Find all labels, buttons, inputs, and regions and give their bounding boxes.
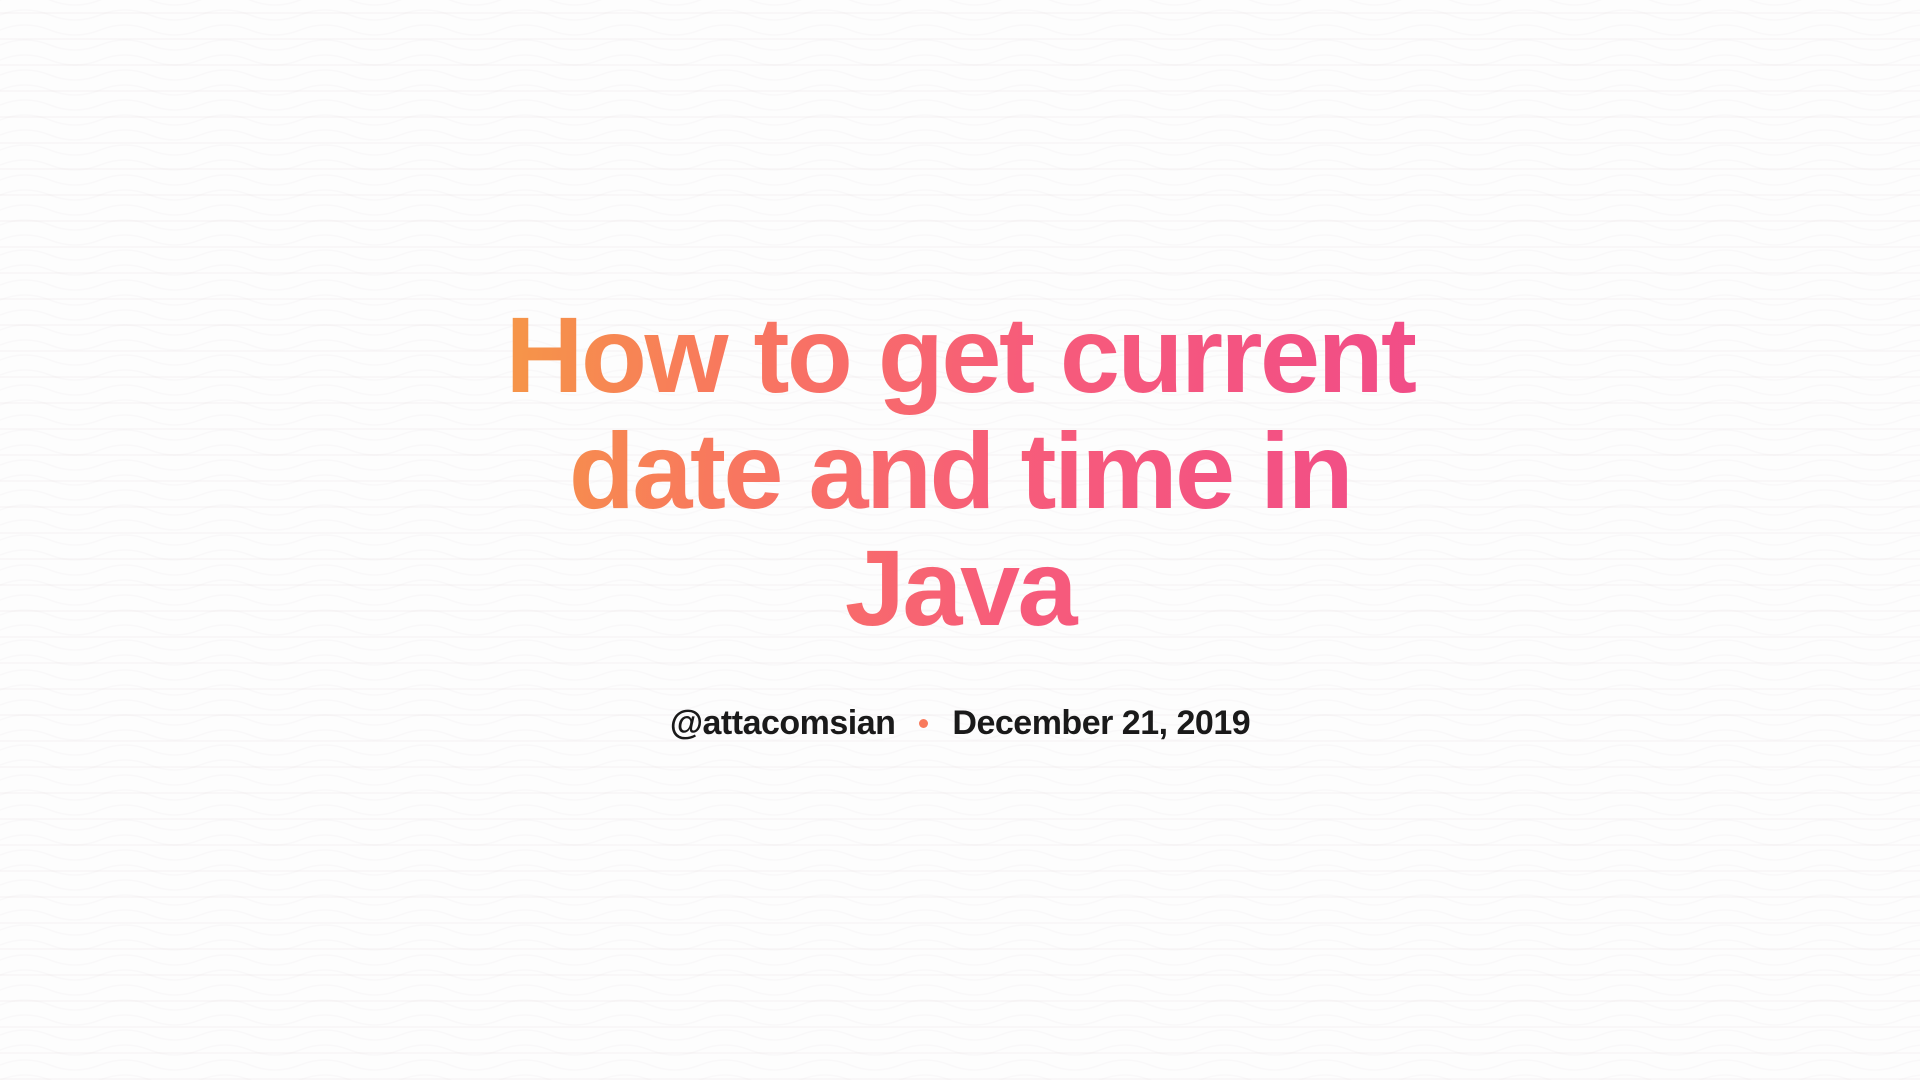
article-meta: @attacomsian December 21, 2019	[450, 704, 1470, 743]
article-title: How to get current date and time in Java	[450, 297, 1470, 647]
article-card: How to get current date and time in Java…	[410, 297, 1510, 744]
bullet-separator-icon	[919, 719, 928, 728]
publish-date: December 21, 2019	[952, 704, 1250, 743]
author-handle: @attacomsian	[670, 704, 896, 743]
